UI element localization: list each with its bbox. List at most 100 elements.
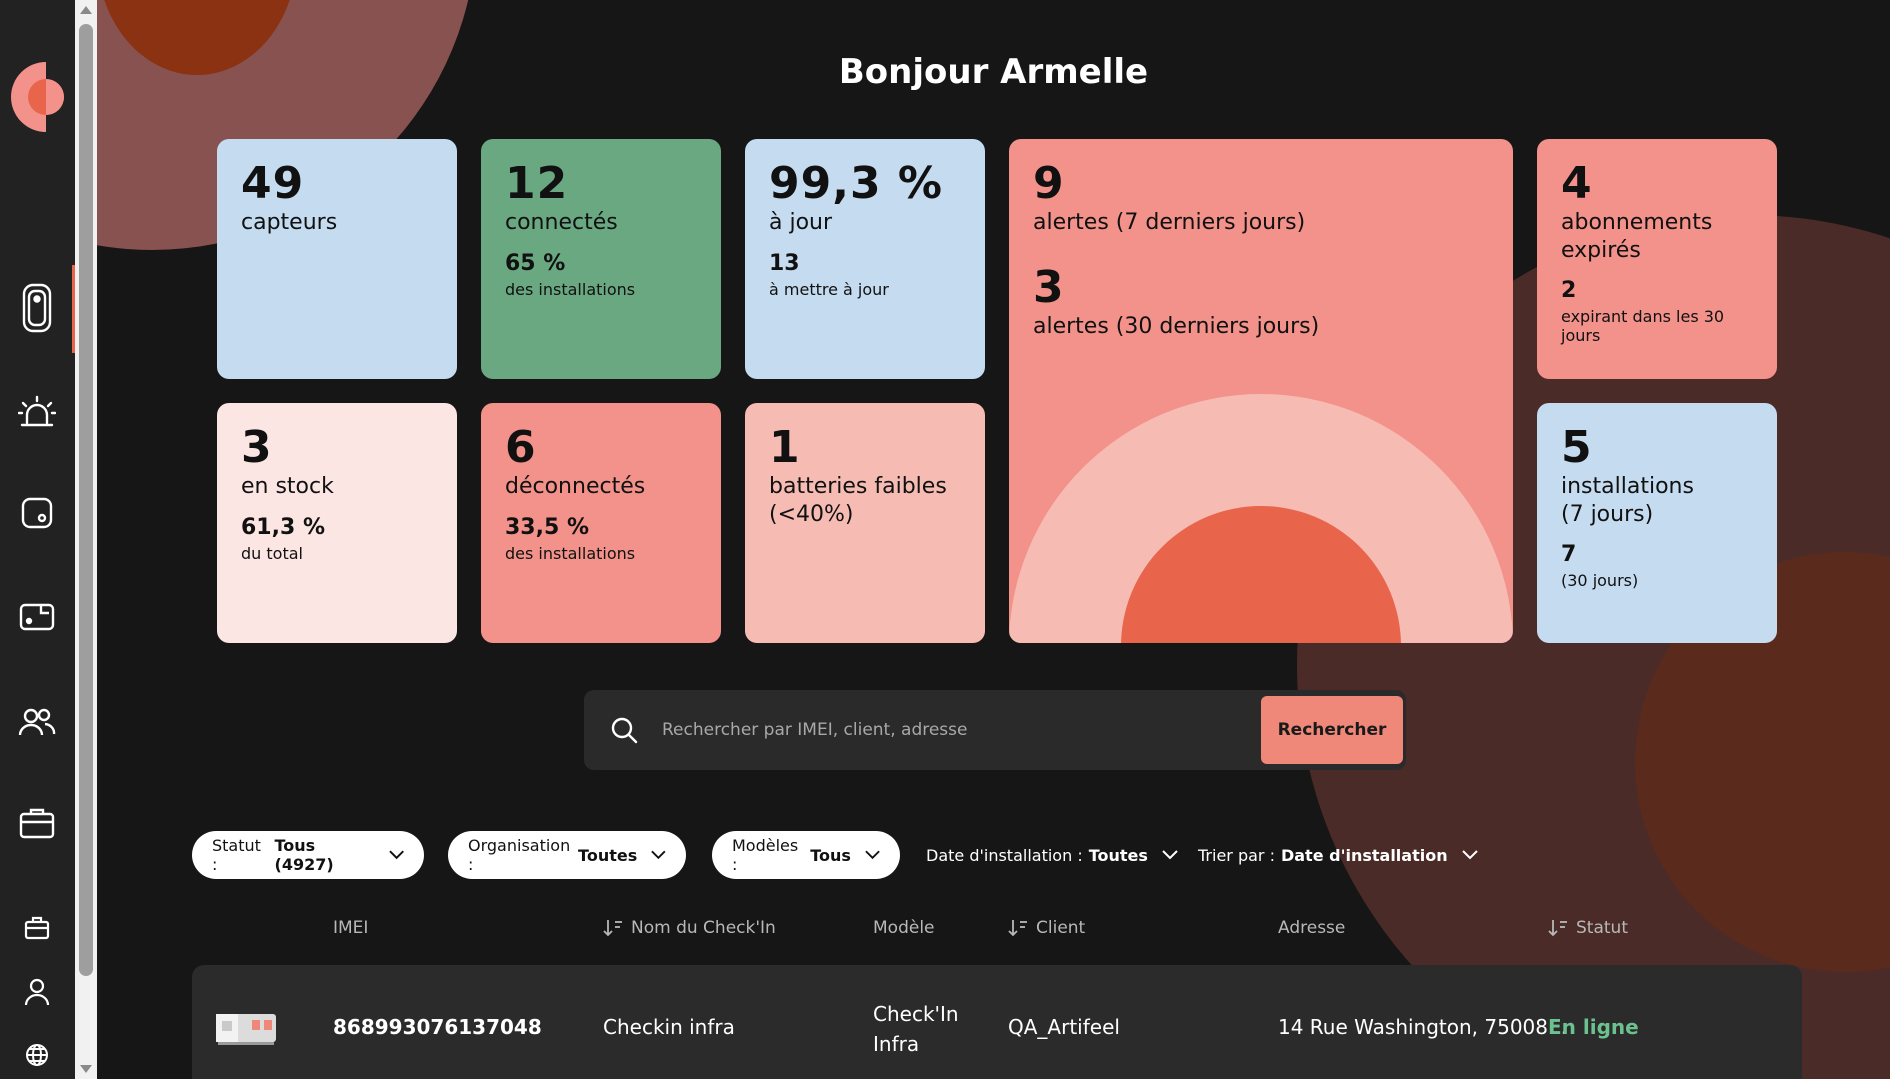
cell-adresse: 14 Rue Washington, 75008... bbox=[1278, 1015, 1568, 1039]
cell-nom: Checkin infra bbox=[603, 1015, 735, 1039]
stat-value-7days: 9 bbox=[1033, 158, 1065, 209]
stat-card-capteurs[interactable]: 49 capteurs bbox=[217, 139, 457, 379]
sidebar-item-work[interactable] bbox=[17, 908, 57, 948]
sort-icon bbox=[1548, 920, 1567, 937]
small-briefcase-icon bbox=[24, 916, 50, 940]
filter-statut[interactable]: Statut : Tous (4927) bbox=[192, 831, 424, 879]
filter-date-installation[interactable]: Date d'installation : Toutes bbox=[926, 831, 1178, 879]
cell-modele-line2: Infra bbox=[873, 1032, 920, 1056]
stat-card-installations[interactable]: 5 installations (7 jours) 7 (30 jours) bbox=[1537, 403, 1777, 643]
alarm-icon bbox=[18, 395, 56, 427]
sort-by[interactable]: Trier par : Date d'installation bbox=[1198, 831, 1478, 879]
search-button[interactable]: Rechercher bbox=[1261, 696, 1403, 764]
column-header-label: IMEI bbox=[333, 918, 369, 938]
stat-label: batteries faibles (<40%) bbox=[769, 474, 947, 527]
column-header-statut[interactable]: Statut bbox=[1548, 918, 1628, 938]
stat-label: capteurs bbox=[241, 210, 338, 236]
stat-value: 99,3 % bbox=[769, 158, 943, 209]
app-logo[interactable] bbox=[10, 60, 66, 134]
sidebar bbox=[0, 0, 75, 1079]
search-input[interactable] bbox=[662, 708, 1222, 752]
column-header-label: Statut bbox=[1576, 918, 1628, 938]
sort-value: Date d'installation bbox=[1280, 845, 1448, 865]
search-bar: Rechercher bbox=[584, 690, 1406, 770]
user-icon bbox=[24, 978, 50, 1006]
chevron-down-icon bbox=[1461, 850, 1478, 860]
device-icon bbox=[22, 283, 52, 333]
chevron-down-icon bbox=[389, 850, 404, 860]
sidebar-item-organisations[interactable] bbox=[17, 803, 57, 843]
column-header-label: Modèle bbox=[873, 918, 935, 938]
stat-label-7days: alertes (7 derniers jours) bbox=[1033, 210, 1306, 236]
scroll-down-arrow-icon[interactable] bbox=[80, 1065, 92, 1073]
column-header-nom[interactable]: Nom du Check'In bbox=[603, 918, 776, 938]
scroll-up-arrow-icon[interactable] bbox=[80, 6, 92, 14]
stat-sub-label: des installations bbox=[505, 279, 636, 299]
search-icon bbox=[611, 717, 638, 744]
stat-label: à jour bbox=[769, 210, 833, 236]
wallet-device-icon bbox=[19, 603, 55, 631]
scroll-thumb[interactable] bbox=[79, 24, 93, 976]
sort-label: Trier par : bbox=[1198, 845, 1275, 865]
column-header-client[interactable]: Client bbox=[1008, 918, 1085, 938]
stat-sub-value: 33,5 % bbox=[505, 514, 589, 540]
stat-sub-value: 65 % bbox=[505, 250, 566, 276]
stat-card-alertes[interactable]: 9 alertes (7 derniers jours) 3 alertes (… bbox=[1009, 139, 1513, 643]
stat-sub-label: (30 jours) bbox=[1561, 571, 1639, 591]
sidebar-item-gateways[interactable] bbox=[17, 597, 57, 637]
stat-label: connectés bbox=[505, 210, 618, 236]
stat-sub-label: des installations bbox=[505, 543, 636, 563]
cell-imei: 868993076137048 bbox=[333, 1015, 542, 1039]
stat-value: 49 bbox=[241, 158, 305, 209]
sidebar-item-devices[interactable] bbox=[17, 283, 57, 333]
column-header-modele[interactable]: Modèle bbox=[873, 918, 935, 938]
column-header-adresse[interactable]: Adresse bbox=[1278, 918, 1345, 938]
filter-value: Tous (4927) bbox=[274, 836, 334, 874]
filter-label: Date d'installation : bbox=[926, 845, 1083, 865]
stat-card-a-jour[interactable]: 99,3 % à jour 13 à mettre à jour bbox=[745, 139, 985, 379]
sort-icon bbox=[603, 920, 622, 937]
stat-card-deconnectes[interactable]: 6 déconnectés 33,5 % des installations bbox=[481, 403, 721, 643]
stat-card-abonnements[interactable]: 4 abonnements expirés 2 expirant dans le… bbox=[1537, 139, 1777, 379]
filter-value: Toutes bbox=[578, 845, 638, 865]
stat-value: 6 bbox=[505, 422, 537, 473]
stat-sub-label: du total bbox=[241, 543, 303, 563]
filter-modeles[interactable]: Modèles : Tous bbox=[712, 831, 900, 879]
sidebar-item-sensors[interactable] bbox=[17, 493, 57, 533]
filter-organisation[interactable]: Organisation : Toutes bbox=[448, 831, 686, 879]
chevron-down-icon bbox=[865, 850, 880, 860]
filter-value: Tous bbox=[810, 845, 851, 865]
stat-value-30days: 3 bbox=[1033, 261, 1065, 313]
column-header-imei[interactable]: IMEI bbox=[333, 918, 368, 938]
stat-card-connectes[interactable]: 12 connectés 65 % des installations bbox=[481, 139, 721, 379]
sidebar-item-profile[interactable] bbox=[17, 972, 57, 1012]
briefcase-icon bbox=[19, 808, 55, 839]
stat-label: en stock bbox=[241, 474, 334, 500]
sort-icon bbox=[1008, 920, 1027, 937]
chevron-down-icon bbox=[1162, 850, 1178, 860]
filter-label: Modèles : bbox=[732, 836, 799, 874]
column-header-label: Nom du Check'In bbox=[631, 918, 776, 938]
stat-card-stock[interactable]: 3 en stock 61,3 % du total bbox=[217, 403, 457, 643]
sidebar-item-users[interactable] bbox=[17, 702, 57, 742]
filter-label: Statut : bbox=[212, 836, 261, 874]
stat-value: 1 bbox=[769, 422, 801, 473]
globe-icon bbox=[26, 1044, 48, 1066]
filter-label: Organisation : bbox=[468, 836, 571, 874]
stat-label: abonnements expirés bbox=[1561, 210, 1713, 263]
stat-label: déconnectés bbox=[505, 474, 646, 500]
sidebar-item-language[interactable] bbox=[17, 1035, 57, 1075]
stat-card-batteries[interactable]: 1 batteries faibles (<40%) bbox=[745, 403, 985, 643]
sidebar-item-alerts[interactable] bbox=[17, 393, 57, 433]
chevron-down-icon bbox=[651, 850, 666, 860]
stat-sub-value: 61,3 % bbox=[241, 514, 325, 540]
stat-label-30days: alertes (30 derniers jours) bbox=[1033, 313, 1320, 339]
stat-sub-value: 2 bbox=[1561, 278, 1577, 304]
cell-modele-line1: Check'In bbox=[873, 1002, 959, 1026]
stat-value: 12 bbox=[505, 158, 569, 209]
table-row[interactable]: 868993076137048 Checkin infra Check'In I… bbox=[192, 965, 1802, 1079]
vertical-scrollbar[interactable] bbox=[75, 0, 97, 1079]
cell-modele: Check'In Infra bbox=[873, 999, 959, 1059]
stat-sub-value: 7 bbox=[1561, 542, 1577, 568]
stat-sub-label: expirant dans les 30 jours bbox=[1561, 307, 1725, 346]
